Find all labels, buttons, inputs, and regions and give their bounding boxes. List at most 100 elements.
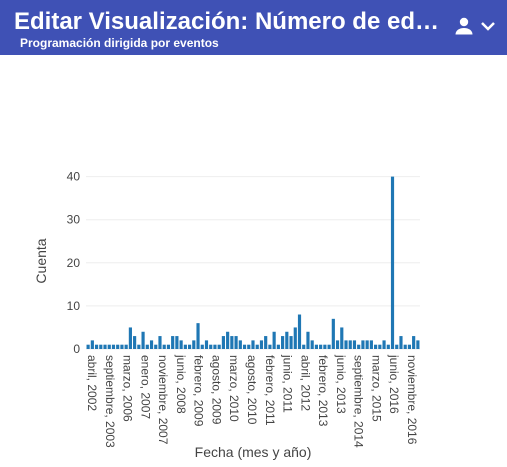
- bar[interactable]: [331, 318, 335, 349]
- person-icon: [455, 17, 473, 35]
- bar[interactable]: [335, 340, 340, 349]
- bar[interactable]: [310, 340, 314, 349]
- bar[interactable]: [395, 344, 399, 349]
- bar[interactable]: [133, 336, 137, 349]
- x-tick-label: marzo, 2010: [227, 355, 241, 422]
- bar[interactable]: [386, 344, 390, 349]
- bar[interactable]: [361, 340, 365, 349]
- bar[interactable]: [403, 344, 407, 349]
- bar[interactable]: [412, 336, 416, 349]
- bar[interactable]: [306, 331, 310, 349]
- bar[interactable]: [369, 340, 373, 349]
- x-tick-label: marzo, 2006: [121, 355, 135, 422]
- bar[interactable]: [234, 336, 238, 349]
- x-axis-label: Fecha (mes y año): [195, 444, 312, 460]
- bar[interactable]: [90, 340, 94, 349]
- bar[interactable]: [99, 344, 103, 349]
- bar[interactable]: [348, 340, 352, 349]
- bar[interactable]: [217, 344, 221, 349]
- bar[interactable]: [175, 336, 179, 349]
- bar[interactable]: [221, 336, 225, 349]
- bar[interactable]: [390, 176, 395, 349]
- bar[interactable]: [94, 344, 99, 349]
- x-tick-label: febrero, 2013: [316, 355, 330, 427]
- bar[interactable]: [327, 344, 331, 349]
- bar[interactable]: [166, 344, 171, 349]
- bar[interactable]: [255, 344, 259, 349]
- bar[interactable]: [196, 323, 200, 349]
- bar[interactable]: [416, 340, 420, 349]
- bar[interactable]: [281, 336, 285, 349]
- bar[interactable]: [399, 336, 403, 349]
- x-tick-label: agosto, 2009: [209, 355, 223, 425]
- bar[interactable]: [319, 344, 323, 349]
- bar[interactable]: [213, 344, 217, 349]
- bar[interactable]: [285, 331, 289, 349]
- x-tick-label: febrero, 2011: [263, 355, 277, 426]
- bar[interactable]: [149, 340, 154, 349]
- bar[interactable]: [357, 344, 361, 349]
- bar[interactable]: [141, 331, 145, 349]
- bar[interactable]: [344, 340, 348, 349]
- bar[interactable]: [247, 344, 251, 349]
- page-subtitle: Programación dirigida por eventos: [20, 36, 219, 50]
- bar[interactable]: [382, 340, 386, 349]
- bar[interactable]: [107, 344, 111, 349]
- x-tick-label: marzo, 2015: [369, 355, 383, 422]
- bar[interactable]: [272, 331, 276, 349]
- bar[interactable]: [200, 344, 204, 349]
- bar[interactable]: [137, 344, 141, 349]
- user-menu-button[interactable]: [452, 14, 498, 40]
- bar[interactable]: [188, 344, 192, 349]
- bar[interactable]: [251, 340, 255, 349]
- bar[interactable]: [86, 344, 90, 349]
- bar[interactable]: [293, 327, 297, 349]
- bar[interactable]: [259, 340, 264, 349]
- chevron-down-icon: [481, 22, 495, 31]
- bar[interactable]: [162, 344, 166, 349]
- bar[interactable]: [209, 344, 213, 349]
- bar[interactable]: [158, 336, 162, 349]
- bar[interactable]: [365, 340, 369, 349]
- bar[interactable]: [378, 344, 382, 349]
- bar[interactable]: [242, 344, 247, 349]
- bar[interactable]: [289, 336, 293, 349]
- bar[interactable]: [302, 344, 306, 349]
- bar[interactable]: [204, 340, 209, 349]
- x-tick-label: abril, 2012: [298, 355, 312, 411]
- bar[interactable]: [352, 340, 357, 349]
- bar[interactable]: [179, 340, 183, 349]
- bar[interactable]: [340, 327, 344, 349]
- x-tick-label: abril, 2002: [85, 355, 99, 411]
- bar[interactable]: [128, 327, 132, 349]
- x-axis-ticks: abril, 2002 septiembre, 2003 marzo, 2006 en…: [85, 354, 419, 448]
- y-axis-ticks: 0 10 20 30 40: [67, 170, 81, 356]
- bar[interactable]: [145, 344, 149, 349]
- y-tick-label: 10: [67, 299, 81, 313]
- bar[interactable]: [323, 344, 327, 349]
- bar[interactable]: [103, 344, 107, 349]
- bar[interactable]: [124, 344, 128, 349]
- bar[interactable]: [111, 344, 116, 349]
- bar[interactable]: [230, 336, 234, 349]
- bar[interactable]: [171, 336, 175, 349]
- bar[interactable]: [268, 344, 272, 349]
- bar[interactable]: [314, 344, 318, 349]
- bar[interactable]: [407, 344, 412, 349]
- bar[interactable]: [276, 344, 280, 349]
- x-tick-label: junio, 2016: [387, 354, 401, 414]
- y-tick-label: 40: [67, 170, 81, 184]
- bar[interactable]: [374, 344, 378, 349]
- bar[interactable]: [238, 340, 242, 349]
- x-tick-label: junio, 2013: [334, 354, 348, 414]
- bar[interactable]: [297, 314, 302, 349]
- bar[interactable]: [116, 344, 120, 349]
- bar[interactable]: [192, 340, 196, 349]
- y-tick-label: 0: [73, 342, 80, 356]
- bar[interactable]: [264, 336, 268, 349]
- bar[interactable]: [154, 344, 158, 349]
- bar[interactable]: [183, 344, 187, 349]
- bar[interactable]: [226, 331, 230, 349]
- bar[interactable]: [120, 344, 124, 349]
- x-tick-label: noviembre, 2007: [156, 355, 170, 445]
